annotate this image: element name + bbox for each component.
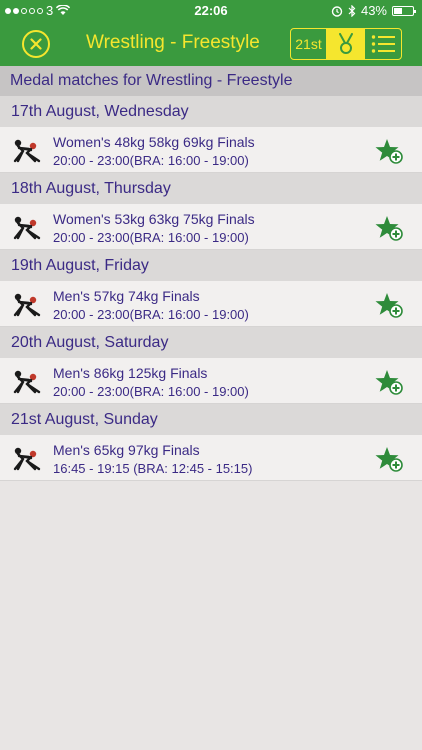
add-favorite-star-icon[interactable]: [375, 215, 403, 241]
bluetooth-icon: [348, 4, 356, 17]
event-row[interactable]: Men's 86kg 125kg Finals 20:00 - 23:00(BRA…: [0, 358, 422, 404]
date-header: 20th August, Saturday: [0, 327, 422, 358]
alarm-icon: [331, 5, 343, 17]
event-time: 20:00 - 23:00(BRA: 16:00 - 19:00): [53, 153, 249, 168]
event-row[interactable]: Women's 53kg 63kg 75kg Finals 20:00 - 23:…: [0, 204, 422, 250]
add-favorite-star-icon[interactable]: [375, 292, 403, 318]
event-time: 16:45 - 19:15 (BRA: 12:45 - 15:15): [53, 461, 253, 476]
medal-icon: [338, 33, 353, 54]
event-row[interactable]: Women's 48kg 58kg 69kg Finals 20:00 - 23:…: [0, 127, 422, 173]
add-favorite-star-icon[interactable]: [375, 446, 403, 472]
wrestling-icon: [9, 214, 45, 240]
list-view-button[interactable]: [365, 29, 401, 59]
date-header: 18th August, Thursday: [0, 173, 422, 204]
close-button[interactable]: [22, 30, 50, 58]
event-time: 20:00 - 23:00(BRA: 16:00 - 19:00): [53, 230, 249, 245]
page-title: Wrestling - Freestyle: [86, 32, 260, 53]
view-segmented-control: 21st: [290, 28, 402, 60]
wrestling-icon: [9, 137, 45, 163]
event-name: Women's 53kg 63kg 75kg Finals: [53, 211, 255, 227]
status-right: 43%: [331, 3, 416, 18]
wrestling-icon: [9, 368, 45, 394]
battery-icon: [392, 5, 416, 16]
battery-percent: 43%: [360, 3, 387, 18]
event-name: Men's 86kg 125kg Finals: [53, 365, 208, 381]
date-header: 17th August, Wednesday: [0, 96, 422, 127]
event-row[interactable]: Men's 57kg 74kg Finals 20:00 - 23:00(BRA:…: [0, 281, 422, 327]
wrestling-icon: [9, 445, 45, 471]
add-favorite-star-icon[interactable]: [375, 369, 403, 395]
list-icon: [371, 35, 395, 53]
event-name: Men's 57kg 74kg Finals: [53, 288, 200, 304]
close-icon: [30, 38, 42, 50]
date-header: 19th August, Friday: [0, 250, 422, 281]
event-name: Women's 48kg 58kg 69kg Finals: [53, 134, 255, 150]
medal-view-button[interactable]: [327, 29, 365, 59]
event-row[interactable]: Men's 65kg 97kg Finals 16:45 - 19:15 (BRA…: [0, 435, 422, 481]
status-bar: 3 22:06 43%: [0, 0, 422, 22]
date-header: 21st August, Sunday: [0, 404, 422, 435]
medal-matches-list: Medal matches for Wrestling - Freestyle …: [0, 66, 422, 481]
event-name: Men's 65kg 97kg Finals: [53, 442, 200, 458]
day-view-button[interactable]: 21st: [291, 29, 327, 59]
nav-bar: Wrestling - Freestyle 21st: [0, 22, 422, 66]
event-time: 20:00 - 23:00(BRA: 16:00 - 19:00): [53, 307, 249, 322]
section-title: Medal matches for Wrestling - Freestyle: [0, 66, 422, 96]
wrestling-icon: [9, 291, 45, 317]
add-favorite-star-icon[interactable]: [375, 138, 403, 164]
event-time: 20:00 - 23:00(BRA: 16:00 - 19:00): [53, 384, 249, 399]
